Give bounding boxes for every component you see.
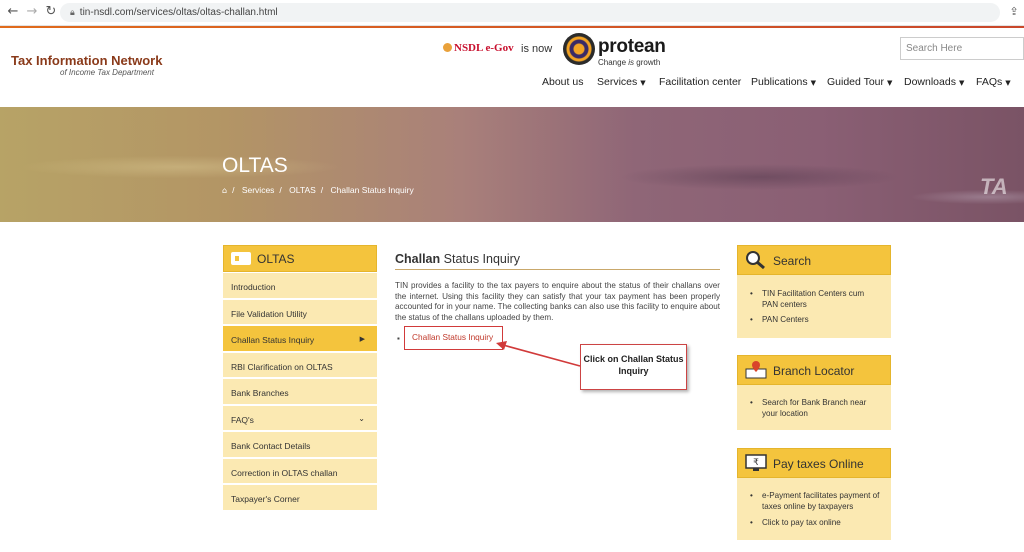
- pay-taxes-title: Pay taxes Online: [773, 457, 864, 471]
- page-title: OLTAS: [222, 154, 288, 177]
- protean-logo[interactable]: protean: [598, 36, 666, 58]
- caret-down-icon: ▼: [887, 79, 893, 87]
- arrow-right-icon[interactable]: →: [24, 4, 40, 20]
- sidebar-item-label: Taxpayer's Corner: [231, 494, 300, 504]
- menu-facilitation-center[interactable]: Facilitation center: [659, 76, 741, 88]
- protean-logo-icon: [563, 33, 595, 65]
- menu-about-us[interactable]: About us: [542, 76, 583, 88]
- menu-downloads[interactable]: Downloads ▼: [904, 76, 964, 88]
- sidebar-item-label: FAQ's: [231, 414, 254, 425]
- sidebar-item-label: Challan Status Inquiry: [231, 335, 315, 345]
- magnifier-icon: [746, 251, 765, 270]
- sidebar-item-label: File Validation Utility: [231, 308, 307, 319]
- page-banner: [0, 107, 1024, 222]
- menu-faqs[interactable]: FAQs ▼: [976, 76, 1011, 88]
- breadcrumb-oltas[interactable]: OLTAS: [289, 185, 316, 195]
- site-logo-title[interactable]: Tax Information Network: [11, 53, 162, 68]
- callout-arrow: [496, 341, 581, 367]
- reload-icon[interactable]: ↻: [43, 4, 59, 20]
- menu-services-label: Services: [597, 76, 638, 88]
- sidebar-item-file-validation-utility[interactable]: File Validation Utility: [223, 299, 377, 326]
- monitor-icon: ₹: [745, 454, 767, 471]
- header-accent-line: [0, 26, 1024, 28]
- sidebar-title: OLTAS: [257, 252, 295, 266]
- link-pan-centers[interactable]: PAN Centers: [750, 315, 880, 326]
- search-panel-title: Search: [773, 254, 812, 268]
- content-paragraph: TIN provides a facility to the tax payer…: [395, 281, 720, 323]
- caret-down-icon: ▼: [640, 79, 646, 87]
- arrow-left-icon[interactable]: ←: [5, 4, 21, 20]
- breadcrumb-services[interactable]: Services: [242, 185, 275, 195]
- sidebar-item-label: Bank Branches: [231, 388, 289, 398]
- sidebar-item-label: Bank Contact Details: [231, 441, 311, 451]
- chevron-down-icon: ⌄: [358, 413, 365, 423]
- menu-guided-tour[interactable]: Guided Tour ▼: [827, 76, 892, 88]
- branch-locator-title: Branch Locator: [773, 364, 855, 378]
- instruction-callout: Click on Challan Status Inquiry: [580, 344, 687, 390]
- caret-down-icon: ▼: [1005, 79, 1011, 87]
- menu-faqs-label: FAQs: [976, 76, 1003, 88]
- nsdl-logo-icon: [443, 43, 452, 52]
- nsdl-logo-text: NSDL e-Gov: [454, 42, 514, 54]
- sidebar-item-label: Correction in OLTAS challan: [231, 467, 338, 478]
- menu-services[interactable]: Services ▼: [597, 76, 646, 88]
- caret-down-icon: ▼: [810, 79, 817, 87]
- home-icon[interactable]: ⌂: [222, 186, 227, 195]
- tagline-part: growth: [634, 58, 661, 67]
- nsdl-logo: NSDL e-Gov: [443, 42, 514, 54]
- highlight-box: [404, 326, 503, 350]
- is-now-text: is now: [521, 43, 553, 55]
- share-icon[interactable]: ⇪: [1006, 4, 1022, 20]
- map-pin-icon: [745, 361, 767, 379]
- sidebar-item-challan-status-inquiry[interactable]: Challan Status Inquiry ▶: [223, 326, 377, 353]
- sidebar-item-bank-contact-details[interactable]: Bank Contact Details: [223, 432, 377, 459]
- folder-icon-detail: [235, 256, 239, 261]
- breadcrumb-separator: /: [279, 185, 282, 195]
- breadcrumb: ⌂ / Services / OLTAS / Challan Status Inqui…: [222, 185, 419, 195]
- sidebar-item-correction-in-oltas-challan[interactable]: Correction in OLTAS challan: [223, 458, 377, 485]
- link-click-to-pay[interactable]: Click to pay tax online: [750, 518, 884, 529]
- breadcrumb-separator: /: [232, 185, 235, 195]
- tagline-part: Change: [598, 58, 629, 67]
- sidebar-item-taxpayers-corner[interactable]: Taxpayer's Corner: [223, 485, 377, 512]
- content-title: Challan Status Inquiry: [395, 252, 520, 266]
- breadcrumb-current: Challan Status Inquiry: [330, 185, 414, 195]
- title-divider: [395, 269, 720, 270]
- menu-publications-label: Publications: [751, 76, 808, 88]
- menu-publications[interactable]: Publications ▼: [751, 76, 816, 88]
- sidebar-item-rbi-clarification[interactable]: RBI Clarification on OLTAS: [223, 352, 377, 379]
- sidebar-item-label: Introduction: [231, 282, 276, 292]
- link-e-payment[interactable]: e-Payment facilitates payment of taxes o…: [750, 491, 884, 513]
- caret-down-icon: ▼: [958, 79, 965, 87]
- sidebar-item-bank-branches[interactable]: Bank Branches: [223, 379, 377, 406]
- list-bullet: ▪: [397, 334, 400, 343]
- banner-background-text: TA: [980, 174, 1008, 199]
- folder-icon: [231, 252, 251, 265]
- address-bar[interactable]: 🔒︎ tin-nsdl.com/services/oltas/oltas-chal…: [60, 3, 1000, 22]
- site-logo-subtitle: of Income Tax Department: [60, 68, 154, 77]
- search-input[interactable]: Search Here: [900, 37, 1024, 60]
- menu-guided-tour-label: Guided Tour: [827, 76, 885, 88]
- svg-text:₹: ₹: [753, 458, 759, 468]
- sidebar-item-faqs[interactable]: FAQ's ⌄: [223, 405, 377, 432]
- caret-right-icon: ▶: [359, 335, 365, 343]
- url-text: tin-nsdl.com/services/oltas/oltas-challa…: [79, 7, 278, 18]
- protean-tagline: Change is growth: [598, 58, 660, 67]
- content-title-bold: Challan: [395, 252, 441, 266]
- link-search-bank-branch[interactable]: Search for Bank Branch near your locatio…: [750, 398, 880, 420]
- menu-downloads-label: Downloads: [904, 76, 956, 88]
- lock-icon: 🔒︎: [70, 8, 75, 18]
- sidebar-item-introduction[interactable]: Introduction: [223, 273, 377, 300]
- link-tin-facilitation-centers[interactable]: TIN Facilitation Centers cum PAN centers: [750, 289, 880, 311]
- sidebar-item-label: RBI Clarification on OLTAS: [231, 361, 333, 372]
- breadcrumb-separator: /: [320, 185, 324, 195]
- content-title-rest: Status Inquiry: [440, 252, 521, 266]
